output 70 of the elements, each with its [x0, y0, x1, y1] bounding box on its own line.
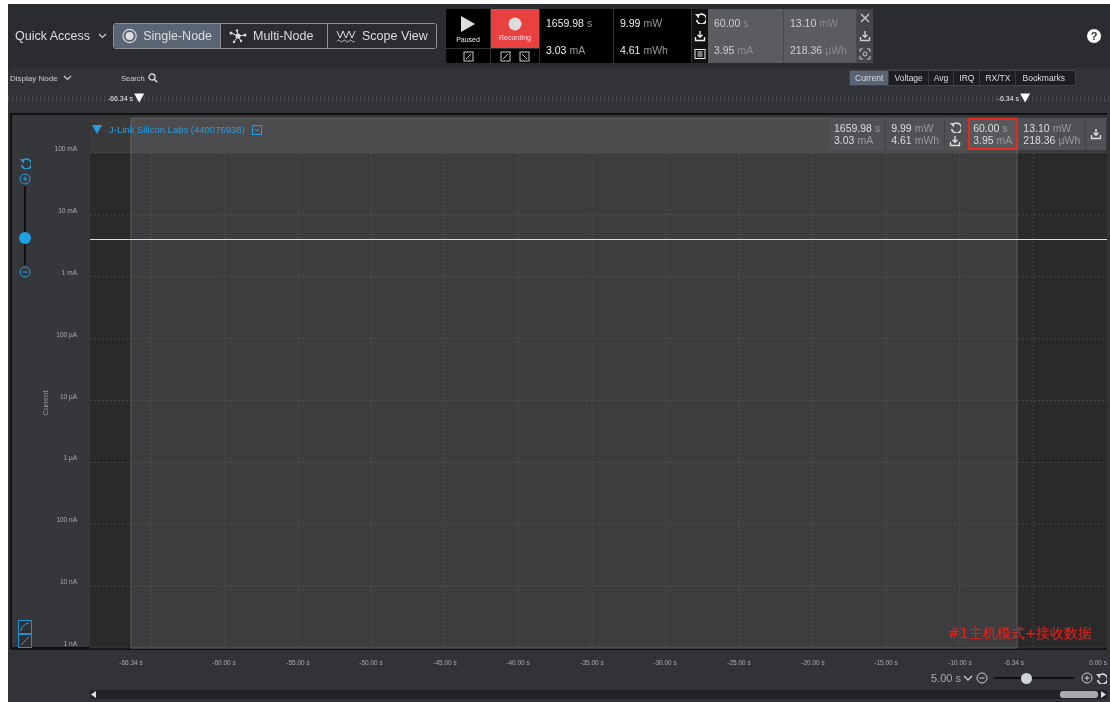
stat-value: 3.95	[714, 43, 735, 56]
scrollbar[interactable]	[90, 690, 1107, 699]
stat-value: 218.36	[790, 43, 823, 56]
marker-icon[interactable]	[1020, 93, 1031, 103]
quick-access-dropdown[interactable]: Quick Access	[15, 29, 113, 43]
marker-icon[interactable]	[134, 93, 145, 103]
slash-square-icon[interactable]	[519, 50, 530, 62]
time-scale-dropdown[interactable]: 5.00 s	[931, 672, 973, 684]
wave-icon	[336, 29, 356, 43]
stat-unit: µWh	[1058, 134, 1081, 146]
caret-icon	[963, 674, 973, 682]
stat-unit: s	[1002, 122, 1008, 134]
view-mode-tab[interactable]: Single-Node	[114, 24, 221, 48]
stat-value: 218.36	[1023, 134, 1056, 146]
download-icon[interactable]	[694, 30, 706, 42]
slider-thumb[interactable]	[1021, 672, 1032, 684]
stat-value: 60.00	[714, 16, 741, 29]
expand-icon[interactable]	[92, 125, 102, 134]
stat-unit: mA	[569, 43, 586, 56]
line-icon	[20, 636, 30, 646]
stat-value: 1659.98	[834, 122, 872, 134]
stat-value: 1659.98	[546, 16, 584, 29]
right-arrow-icon[interactable]	[1101, 691, 1106, 698]
zoom-out-icon[interactable]	[976, 672, 988, 684]
caret-icon	[98, 33, 108, 39]
scroll-thumb[interactable]	[1060, 691, 1098, 698]
annotation-text: #1主机模式+接收数据	[948, 625, 1093, 643]
zoom-in-icon[interactable]	[19, 173, 31, 185]
stat-unit: mA	[857, 134, 874, 146]
stat-unit: mW	[914, 122, 934, 134]
dropdown-icon[interactable]	[251, 124, 262, 135]
fit-icon[interactable]	[859, 48, 871, 60]
stat-value: 4.61	[891, 134, 912, 146]
channel-tab[interactable]: Current	[850, 71, 890, 85]
stat-unit: mA	[996, 134, 1013, 146]
stat-unit: mWh	[643, 43, 668, 56]
stat-unit: mWh	[914, 134, 940, 146]
node-name: J-Link Silicon Labs (440076938)	[109, 124, 245, 135]
record-icon	[508, 16, 522, 31]
network-icon	[229, 29, 247, 43]
stat-unit: s	[874, 122, 881, 134]
download-icon[interactable]	[859, 30, 871, 42]
stat-value: 4.61	[620, 43, 641, 56]
help-icon[interactable]: ?	[1087, 29, 1101, 43]
curve-mode-button[interactable]	[18, 620, 32, 634]
stat-value: 3.03	[546, 43, 567, 56]
stat-value: 3.95	[973, 134, 994, 146]
stat-unit: s	[586, 16, 593, 29]
stat-value: 13.10	[790, 16, 817, 29]
stat-value: 9.99	[620, 16, 641, 29]
left-arrow-icon[interactable]	[91, 691, 96, 698]
stat-value: 60.00	[973, 122, 1000, 134]
list-icon[interactable]	[694, 48, 706, 60]
stat-value: 13.10	[1023, 122, 1050, 134]
caret-icon	[62, 75, 72, 81]
search-icon	[147, 73, 158, 83]
display-node-dropdown[interactable]: Display Node	[10, 73, 121, 83]
curve-icon	[20, 622, 30, 632]
stat-unit: mW	[1052, 122, 1072, 134]
linear-mode-button[interactable]	[18, 634, 32, 648]
stat-value: 9.99	[891, 122, 912, 134]
stat-unit: mW	[643, 16, 663, 29]
target-icon	[122, 28, 138, 44]
slash-square-icon[interactable]	[500, 50, 511, 62]
play-icon	[460, 14, 476, 33]
zoom-out-icon[interactable]	[19, 266, 31, 278]
slash-square-icon[interactable]	[462, 50, 474, 62]
close-icon[interactable]	[859, 12, 871, 24]
stat-value: 3.03	[834, 134, 855, 146]
zoom-in-icon[interactable]	[1081, 672, 1093, 684]
